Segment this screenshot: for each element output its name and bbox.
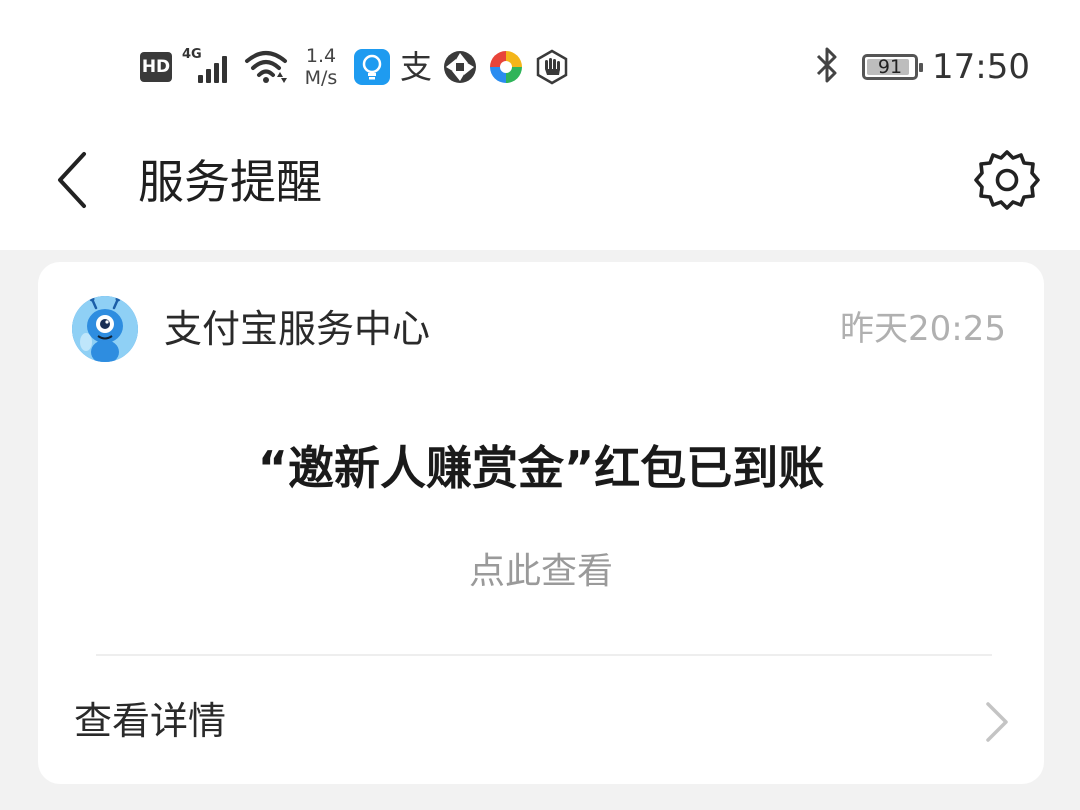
divider [96,654,992,656]
settings-button[interactable] [972,148,1042,212]
chevron-left-icon [58,152,86,208]
status-left: HD 4G 1.4 M/s 支 [140,44,580,90]
message-card[interactable]: 支付宝服务中心 昨天20:25 “邀新人赚赏金”红包已到账 点此查看 查看详情 [38,262,1044,784]
network-speed-value: 1.4 [305,45,337,67]
hand-app-icon [534,49,570,85]
pinwheel-app-icon [488,49,524,85]
top-bar: HD 4G 1.4 M/s 支 91 17:50 服务提醒 [0,0,1080,250]
status-right: 91 17:50 [814,44,1030,90]
status-clock: 17:50 [932,47,1030,87]
view-details-label: 查看详情 [74,699,227,743]
alipay-icon: 支 [400,48,433,86]
signal-icon: 4G [182,47,234,87]
light-bulb-app-icon [354,49,390,85]
sender-name: 支付宝服务中心 [164,307,431,351]
battery-level: 91 [877,56,903,78]
message-headline: “邀新人赚赏金”红包已到账 [257,441,825,495]
message-time: 昨天20:25 [840,309,1006,349]
bluetooth-icon [814,46,840,88]
network-speed: 1.4 M/s [298,45,344,89]
status-bar: HD 4G 1.4 M/s 支 91 17:50 [0,0,1080,120]
hd-icon: HD [140,52,172,82]
page-title: 服务提醒 [138,155,322,209]
aperture-icon [442,49,478,85]
wifi-icon [244,49,288,85]
view-details-row[interactable]: 查看详情 [38,658,1044,784]
battery-icon: 91 [862,54,924,80]
gear-icon [974,150,1040,210]
back-button[interactable] [46,148,98,212]
chevron-right-icon [986,702,1008,742]
network-speed-unit: M/s [304,67,338,89]
view-here-link[interactable]: 点此查看 [38,548,1044,596]
avatar [72,296,138,362]
